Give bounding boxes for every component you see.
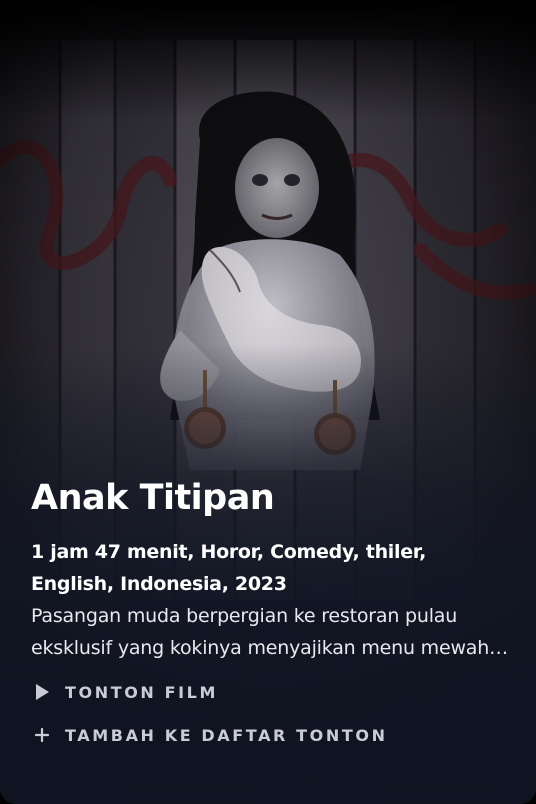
play-icon — [31, 681, 53, 703]
movie-title: Anak Titipan — [31, 478, 275, 518]
watch-movie-button[interactable]: TONTON FILM — [31, 678, 512, 706]
watch-movie-label: TONTON FILM — [65, 682, 218, 702]
movie-description: Pasangan muda berpergian ke restoran pul… — [31, 605, 490, 659]
movie-card[interactable]: Anak Titipan 1 jam 47 menit, Horor, Come… — [0, 0, 536, 804]
movie-meta: 1 jam 47 menit, Horor, Comedy, thiler, E… — [31, 541, 427, 595]
movie-info: Anak Titipan 1 jam 47 menit, Horor, Come… — [31, 474, 512, 749]
plus-icon — [31, 724, 53, 746]
add-to-watchlist-button[interactable]: TAMBAH KE DAFTAR TONTON — [31, 721, 512, 749]
add-to-watchlist-label: TAMBAH KE DAFTAR TONTON — [65, 725, 388, 745]
